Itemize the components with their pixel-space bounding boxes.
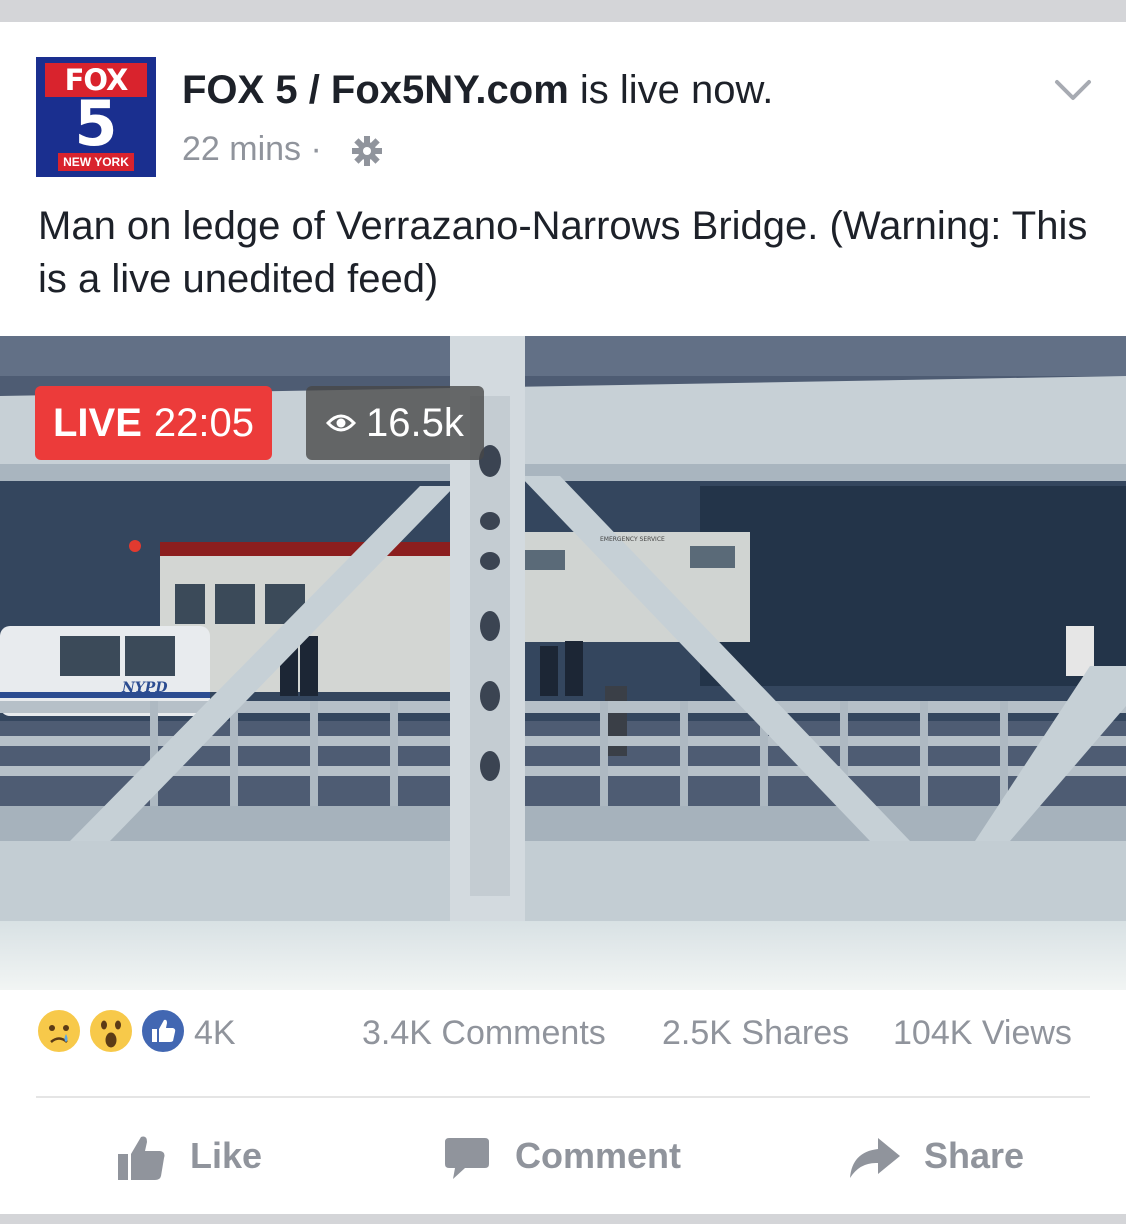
like-reaction-icon (140, 1008, 186, 1054)
shares-count[interactable]: 2.5K Shares (662, 1012, 849, 1054)
sad-reaction-icon (36, 1008, 82, 1054)
bottom-separator-bar (0, 1214, 1126, 1224)
page-name-link[interactable]: FOX 5 / Fox5NY.com (182, 68, 569, 112)
viewer-count: 16.5k (366, 401, 464, 445)
post-message: Man on ledge of Verrazano-Narrows Bridge… (38, 204, 1088, 301)
live-label: LIVE (53, 401, 142, 445)
post-header-title: FOX 5 / Fox5NY.com is live now. (182, 66, 773, 114)
reaction-count[interactable]: 4K (194, 1012, 236, 1054)
viewer-count-badge: 16.5k (306, 386, 484, 460)
nypd-car-text: NYPD (121, 680, 168, 696)
live-badge: LIVE 22:05 (35, 386, 273, 460)
meta-separator: · (310, 130, 322, 168)
views-count: 104K Views (893, 1014, 1072, 1052)
comment-label: Comment (515, 1135, 682, 1176)
share-label: Share (924, 1135, 1025, 1176)
like-button[interactable]: Like (116, 1130, 266, 1186)
live-video-player[interactable]: NYPD EMERGENCY SERVICE LIVE 22:05 16.5k (0, 336, 1126, 990)
chevron-down-icon[interactable] (1054, 77, 1092, 105)
share-arrow-icon (850, 1138, 900, 1178)
logo-city-text: NEW YORK (58, 153, 134, 171)
truck-side-text: EMERGENCY SERVICE (600, 536, 665, 543)
live-duration: 22:05 (153, 401, 255, 445)
like-label: Like (190, 1135, 263, 1176)
thumbs-up-icon (118, 1136, 165, 1180)
stats-divider (36, 1096, 1090, 1098)
comment-bubble-icon (445, 1138, 489, 1179)
wow-reaction-icon (88, 1008, 134, 1054)
live-status-text: is live now. (579, 68, 774, 112)
share-button[interactable]: Share (848, 1130, 1038, 1186)
live-post-card: FOX 5 NEW YORK FOX 5 / Fox5NY.com is liv… (0, 22, 1126, 1214)
page-avatar[interactable]: FOX 5 NEW YORK (36, 57, 156, 177)
post-meta: 22 mins · (182, 128, 322, 170)
eye-icon (326, 414, 356, 432)
gear-icon (352, 136, 382, 166)
logo-number: 5 (74, 87, 118, 160)
reaction-icons[interactable] (36, 1008, 186, 1058)
top-separator-bar (0, 0, 1126, 22)
comment-button[interactable]: Comment (443, 1130, 703, 1186)
comments-count[interactable]: 3.4K Comments (362, 1012, 606, 1054)
post-timestamp[interactable]: 22 mins (182, 130, 301, 168)
